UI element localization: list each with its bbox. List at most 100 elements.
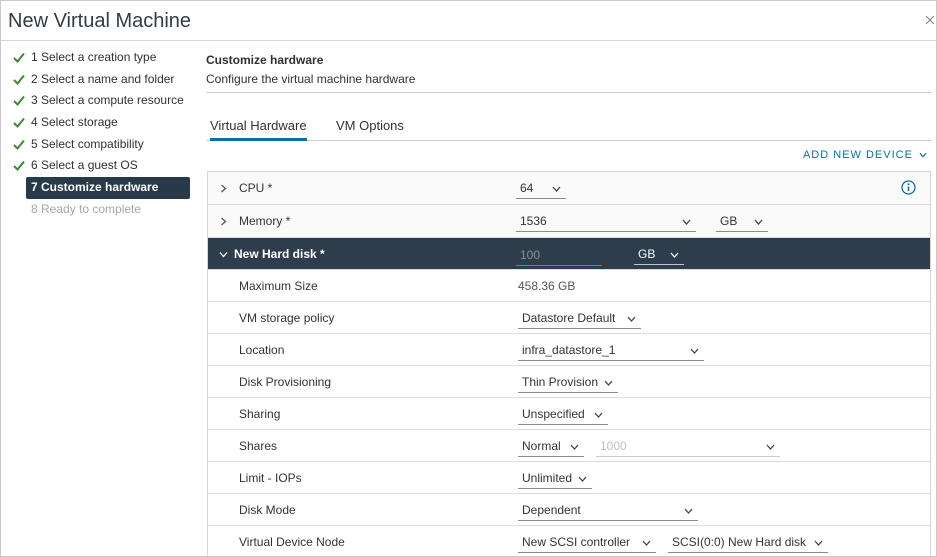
wizard-steps: 1 Select a creation type 2 Select a name… [11, 47, 191, 221]
chevron-down-icon [604, 380, 613, 386]
dialog-window: New Virtual Machine 1 Select a creation … [0, 0, 937, 557]
limit-iops-select[interactable]: Unlimited [518, 468, 592, 489]
memory-select[interactable]: 1536 [516, 211, 696, 232]
step-label: 7 Customize hardware [31, 180, 159, 195]
disk-unit-select[interactable]: GB [634, 244, 684, 265]
cpu-label: CPU * [239, 181, 273, 195]
window-title: New Virtual Machine [8, 10, 192, 32]
shares-amount-select: 1000 [596, 436, 780, 457]
storage-policy-select[interactable]: Datastore Default [518, 308, 641, 329]
step-4[interactable]: 4 Select storage [11, 112, 191, 134]
shares-row: Shares Normal 1000 [208, 430, 930, 462]
chevron-down-icon [552, 186, 561, 192]
disk-provisioning-select[interactable]: Thin Provision [518, 372, 618, 393]
step-2[interactable]: 2 Select a name and folder [11, 69, 191, 91]
info-icon[interactable] [901, 180, 916, 195]
memory-row[interactable]: Memory * 1536 GB [208, 205, 930, 238]
step-label: 8 Ready to complete [31, 201, 142, 216]
location-value: infra_datastore_1 [522, 343, 616, 357]
memory-unit: GB [720, 214, 738, 228]
check-icon [13, 52, 25, 63]
limit-iops-row: Limit - IOPs Unlimited [208, 462, 930, 494]
step-3[interactable]: 3 Select a compute resource [11, 90, 191, 112]
cpu-select[interactable]: 64 [516, 178, 566, 199]
device-slot-value: SCSI(0:0) New Hard disk [672, 535, 807, 549]
disk-mode-select[interactable]: Dependent [518, 500, 698, 521]
chevron-down-icon [682, 219, 691, 225]
check-icon [13, 161, 25, 172]
hardware-table: CPU * 64 Memory * 1536 GB New Hard disk … [207, 171, 931, 556]
chevron-down-icon [919, 152, 927, 158]
location-row: Location infra_datastore_1 [208, 334, 930, 366]
limit-iops-label: Limit - IOPs [239, 471, 302, 485]
disk-mode-row: Disk Mode Dependent [208, 494, 930, 526]
step-label: 3 Select a compute resource [31, 93, 184, 108]
shares-select[interactable]: Normal [518, 436, 584, 457]
check-icon [13, 74, 25, 85]
step-label: 6 Select a guest OS [31, 158, 138, 173]
step-label: 2 Select a name and folder [31, 71, 175, 86]
step-label: 1 Select a creation type [31, 50, 157, 64]
add-device-label: ADD NEW DEVICE [802, 149, 913, 161]
caret-right-icon[interactable] [220, 184, 227, 193]
sharing-label: Sharing [239, 407, 281, 421]
hard-disk-row[interactable]: New Hard disk * 100 GB [208, 238, 930, 270]
max-size-label: Maximum Size [239, 279, 318, 293]
tab-bar: Virtual Hardware VM Options [206, 110, 932, 141]
tab-vm-options[interactable]: VM Options [336, 118, 404, 138]
cpu-row[interactable]: CPU * 64 [208, 172, 930, 205]
chevron-down-icon [814, 540, 823, 546]
disk-provisioning-row: Disk Provisioning Thin Provision [208, 366, 930, 398]
location-select[interactable]: infra_datastore_1 [518, 340, 704, 361]
disk-mode-label: Disk Mode [239, 503, 296, 517]
chevron-down-icon [642, 540, 651, 546]
hard-disk-label: New Hard disk * [234, 247, 325, 261]
sharing-select[interactable]: Unspecified [518, 404, 608, 425]
chevron-down-icon [594, 412, 603, 418]
chevron-down-icon [766, 444, 775, 450]
check-icon [13, 139, 25, 150]
tab-virtual-hardware[interactable]: Virtual Hardware [210, 118, 307, 141]
device-controller-value: New SCSI controller [522, 535, 631, 549]
shares-amount: 1000 [600, 439, 627, 453]
device-slot-select[interactable]: SCSI(0:0) New Hard disk [668, 532, 828, 553]
add-new-device-button[interactable]: ADD NEW DEVICE [803, 149, 927, 161]
step-label: 5 Select compatibility [31, 136, 144, 151]
max-size-row: Maximum Size 458.36 GB [208, 270, 930, 302]
shares-value: Normal [522, 439, 561, 453]
step-1[interactable]: 1 Select a creation type [11, 47, 191, 69]
storage-policy-value: Datastore Default [522, 311, 616, 325]
disk-unit: GB [638, 247, 656, 261]
disk-provisioning-label: Disk Provisioning [239, 375, 332, 389]
location-label: Location [239, 343, 285, 357]
page-title: Customize hardware [206, 53, 324, 67]
sharing-value: Unspecified [522, 407, 585, 421]
chevron-down-icon [578, 476, 587, 482]
device-controller-select[interactable]: New SCSI controller [518, 532, 656, 553]
disk-size-input[interactable]: 100 [516, 244, 602, 266]
memory-value: 1536 [520, 214, 547, 228]
step-5[interactable]: 5 Select compatibility [11, 134, 191, 156]
disk-provisioning-value: Thin Provision [522, 375, 599, 389]
memory-label: Memory * [239, 214, 291, 228]
main-content: Customize hardware Configure the virtual… [206, 47, 932, 161]
close-icon[interactable] [925, 15, 935, 25]
cpu-value: 64 [520, 181, 534, 195]
title-bar: New Virtual Machine [1, 1, 936, 41]
device-node-label: Virtual Device Node [239, 535, 345, 549]
memory-unit-select[interactable]: GB [716, 211, 768, 232]
chevron-down-icon [754, 219, 763, 225]
max-size-value: 458.36 GB [518, 279, 576, 293]
step-6[interactable]: 6 Select a guest OS [11, 155, 191, 177]
shares-label: Shares [239, 439, 278, 453]
storage-policy-label: VM storage policy [239, 311, 335, 325]
step-7-active[interactable]: 7 Customize hardware [26, 177, 190, 199]
caret-down-icon[interactable] [219, 251, 228, 258]
sharing-row: Sharing Unspecified [208, 398, 930, 430]
device-node-row: Virtual Device Node New SCSI controller … [208, 526, 930, 556]
check-icon [13, 96, 25, 107]
step-8-disabled: 8 Ready to complete [11, 199, 191, 221]
page-subtitle: Configure the virtual machine hardware [206, 72, 932, 93]
caret-right-icon[interactable] [220, 217, 227, 226]
chevron-down-icon [570, 444, 579, 450]
